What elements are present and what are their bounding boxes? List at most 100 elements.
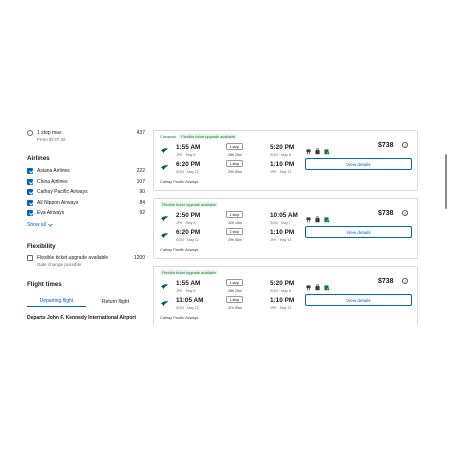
departure-airport-date: JFK · May 5 xyxy=(176,221,196,225)
checkbox[interactable] xyxy=(27,209,33,216)
arrival-time: 1:10 PM xyxy=(270,161,295,168)
flight-times-tabs: Departing flight Return flight xyxy=(27,296,145,307)
flex-label: Flexible ticket upgrade available xyxy=(37,254,109,261)
arrival-airport-date: JFK · May 13 xyxy=(270,306,292,310)
stops-badge[interactable]: 1 stop xyxy=(226,143,243,150)
cathay-logo-icon xyxy=(160,165,169,171)
checked-bag-icon xyxy=(323,210,330,223)
airline-count: 107 xyxy=(136,178,145,185)
arrival-airport-date: SGN · May 7 xyxy=(270,221,291,225)
departure-airport-date: JFK · May 5 xyxy=(176,153,196,157)
return-leg: 6:20 PM SGN · May 12 1 stop 29h 50m 1:10… xyxy=(160,228,310,249)
stops-badge[interactable]: 1 stop xyxy=(226,211,243,218)
flex-badge: Flexible ticket upgrade available xyxy=(160,270,219,275)
arrival-airport-date: JFK · May 13 xyxy=(270,238,292,242)
arrival-time: 1:10 PM xyxy=(270,229,295,236)
return-leg: 6:20 PM SGN · May 12 1 stop 29h 50m 1:10… xyxy=(160,160,310,181)
airline-name: Eva Airways xyxy=(37,209,65,216)
stops-filter-1-stop[interactable]: 1 stop max 437 xyxy=(27,128,145,137)
duration: 29h 50m xyxy=(228,170,242,174)
checkbox[interactable] xyxy=(27,167,33,174)
departure-airport-date: JFK · May 5 xyxy=(176,289,196,293)
stops-radio[interactable] xyxy=(27,129,33,136)
flex-badge: Flexible ticket upgrade available xyxy=(179,134,238,139)
view-details-button[interactable]: View details xyxy=(305,294,412,306)
airline-name: Cathay Pacific Airways xyxy=(160,316,199,320)
checkbox[interactable] xyxy=(27,254,33,261)
flex-ticket-filter[interactable]: Flexible ticket upgrade available 1200 xyxy=(27,253,145,262)
stops-badge[interactable]: 1 stop xyxy=(226,279,243,286)
flight-result-card[interactable]: Cheapest Flexible ticket upgrade availab… xyxy=(153,130,418,191)
duration: 29h 50m xyxy=(228,238,242,242)
airline-filter-asiana[interactable]: Asiana Airlines 222 xyxy=(27,166,145,175)
show-all-label: Show all xyxy=(27,222,46,228)
flight-result-card[interactable]: Flexible ticket upgrade available 2:50 P… xyxy=(153,198,418,259)
chevron-down-icon xyxy=(48,223,53,227)
airline-count: 92 xyxy=(139,209,145,216)
stops-badge[interactable]: 1 stop xyxy=(226,160,243,167)
departure-time: 11:05 AM xyxy=(176,297,204,304)
flex-count: 1200 xyxy=(133,254,145,261)
duration: 28h 25m xyxy=(228,289,242,293)
duration: 28h 25m xyxy=(228,153,242,157)
seat-icon xyxy=(305,210,312,223)
arrival-airport-date: SGN · May 6 xyxy=(270,289,291,293)
cathay-logo-icon xyxy=(160,148,169,154)
flight-result-card[interactable]: Flexible ticket upgrade available 1:55 A… xyxy=(153,266,418,325)
airline-name: All Nippon Airways xyxy=(37,199,79,206)
search-results-viewport: 1 stop max 437 From $737.42 Airlines Asi… xyxy=(0,126,450,325)
info-icon[interactable]: ? xyxy=(402,278,408,284)
airline-filter-ana[interactable]: All Nippon Airways 84 xyxy=(27,198,145,207)
checkbox[interactable] xyxy=(27,199,33,206)
tab-departing-flight[interactable]: Departing flight xyxy=(27,296,86,307)
airlines-title: Airlines xyxy=(27,155,50,162)
stops-badge[interactable]: 1 stop xyxy=(226,228,243,235)
departure-time: 6:20 PM xyxy=(176,161,201,168)
cathay-logo-icon xyxy=(160,233,169,239)
stops-label: 1 stop max xyxy=(37,129,62,136)
arrival-time: 5:20 PM xyxy=(270,144,295,151)
duration: 37h 05m xyxy=(228,306,242,310)
amenities xyxy=(305,210,330,223)
departure-time: 6:20 PM xyxy=(176,229,201,236)
checkbox[interactable] xyxy=(27,188,33,195)
info-icon[interactable]: ? xyxy=(402,142,408,148)
airline-name: China Airlines xyxy=(37,178,68,185)
info-icon[interactable]: ? xyxy=(402,210,408,216)
arrival-time: 10:05 AM xyxy=(270,212,298,219)
departure-time: 2:50 PM xyxy=(176,212,201,219)
departure-airport-date: SGN · May 12 xyxy=(176,238,199,242)
stops-price: From $737.42 xyxy=(37,137,66,142)
airline-name: Cathay Pacific Airways xyxy=(37,188,88,195)
flexibility-title: Flexibility xyxy=(27,243,56,250)
cathay-logo-icon xyxy=(160,284,169,290)
amenities xyxy=(305,142,330,155)
return-leg: 11:05 AM SGN · May 12 1 stop 37h 05m 1:1… xyxy=(160,296,310,317)
airline-name: Cathay Pacific Airways xyxy=(160,248,199,252)
seat-icon xyxy=(305,142,312,155)
airline-filter-china[interactable]: China Airlines 107 xyxy=(27,177,145,186)
scrollbar-thumb[interactable] xyxy=(445,154,447,209)
view-details-button[interactable]: View details xyxy=(305,158,412,170)
airline-filter-cathay[interactable]: Cathay Pacific Airways 90 xyxy=(27,187,145,196)
show-all-airlines-link[interactable]: Show all xyxy=(27,222,53,228)
stops-badge[interactable]: 1 stop xyxy=(226,296,243,303)
checked-bag-icon xyxy=(323,278,330,291)
departure-airport-date: SGN · May 12 xyxy=(176,306,199,310)
departure-airport-date: SGN · May 12 xyxy=(176,170,199,174)
checkbox[interactable] xyxy=(27,178,33,185)
view-details-button[interactable]: View details xyxy=(305,226,412,238)
airline-filter-eva[interactable]: Eva Airways 92 xyxy=(27,208,145,217)
arrival-time: 5:20 PM xyxy=(270,280,295,287)
amenities xyxy=(305,278,330,291)
arrival-airport-date: SGN · May 6 xyxy=(270,153,291,157)
cabin-bag-icon xyxy=(314,278,321,291)
seat-icon xyxy=(305,278,312,291)
card-badges: Flexible ticket upgrade available xyxy=(160,202,219,207)
arrival-time: 1:10 PM xyxy=(270,297,295,304)
cathay-logo-icon xyxy=(160,301,169,307)
tab-return-flight[interactable]: Return flight xyxy=(86,296,145,307)
checked-bag-icon xyxy=(323,142,330,155)
stops-count: 437 xyxy=(136,129,145,136)
departure-time: 1:55 AM xyxy=(176,280,201,287)
